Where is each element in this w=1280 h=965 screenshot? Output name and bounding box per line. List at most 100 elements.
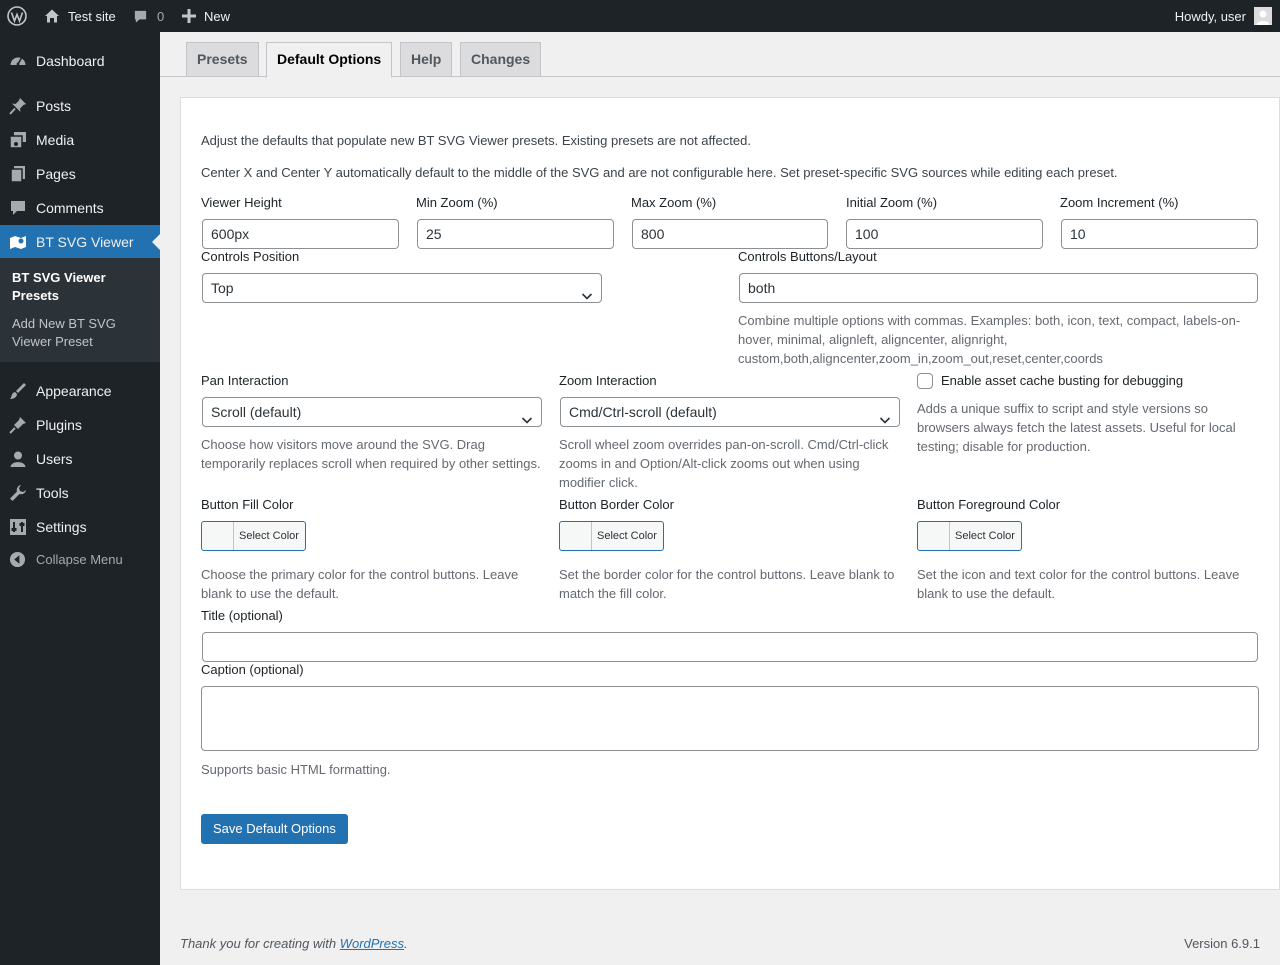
- admin-bar: Test site 0 New Howdy, user: [0, 0, 1280, 32]
- color-swatch: [918, 522, 950, 550]
- viewer-height-label: Viewer Height: [201, 195, 282, 210]
- menu-item-dashboard[interactable]: Dashboard: [0, 44, 160, 78]
- menu-label: Appearance: [36, 383, 112, 399]
- my-account-link[interactable]: Howdy, user: [1175, 0, 1272, 32]
- initial-zoom-label: Initial Zoom (%): [846, 195, 938, 210]
- menu-label: Users: [36, 451, 73, 467]
- title-label: Title (optional): [201, 608, 283, 623]
- pages-icon: [9, 165, 27, 183]
- menu-item-plugins[interactable]: Plugins: [0, 408, 160, 442]
- brush-icon: [9, 382, 27, 400]
- avatar: [1254, 7, 1272, 25]
- caption-textarea[interactable]: [201, 686, 1259, 751]
- max-zoom-input[interactable]: 800: [632, 219, 828, 249]
- menu-item-pages[interactable]: Pages: [0, 157, 160, 191]
- menu-item-settings[interactable]: Settings: [0, 510, 160, 544]
- chevron-down-icon: [879, 407, 891, 424]
- controls-buttons-input[interactable]: both: [739, 273, 1258, 303]
- collapse-icon: [9, 551, 27, 569]
- zoom-increment-label: Zoom Increment (%): [1060, 195, 1179, 210]
- save-default-options-button[interactable]: Save Default Options: [201, 814, 348, 844]
- menu-label: Tools: [36, 485, 69, 501]
- submenu-bt-svg-viewer: BT SVG Viewer Presets Add New BT SVG Vie…: [0, 258, 160, 362]
- collapse-label: Collapse Menu: [36, 551, 123, 567]
- wordpress-link[interactable]: WordPress: [340, 936, 404, 951]
- site-name: Test site: [68, 8, 116, 24]
- submenu-item-presets[interactable]: BT SVG Viewer Presets: [12, 269, 142, 305]
- pan-interaction-select[interactable]: Scroll (default): [202, 397, 542, 427]
- home-icon: [44, 8, 60, 24]
- footer-thanks: Thank you for creating with WordPress.: [180, 936, 408, 951]
- tab-changes[interactable]: Changes: [460, 42, 542, 77]
- menu-item-appearance[interactable]: Appearance: [0, 374, 160, 408]
- greeting: Howdy, user: [1174, 8, 1246, 24]
- menu-label: BT SVG Viewer: [36, 234, 134, 250]
- menu-label: Posts: [36, 98, 72, 114]
- cache-busting-label[interactable]: Enable asset cache busting for debugging: [941, 373, 1183, 388]
- initial-zoom-input[interactable]: 100: [846, 219, 1043, 249]
- menu-item-bt-svg-viewer[interactable]: BT SVG Viewer: [0, 225, 160, 259]
- comments-link[interactable]: 0: [133, 0, 164, 32]
- border-color-picker-button[interactable]: Select Color: [559, 521, 664, 551]
- menu-item-media[interactable]: Media: [0, 123, 160, 157]
- viewer-height-input[interactable]: 600px: [202, 219, 399, 249]
- cache-busting-description: Adds a unique suffix to script and style…: [917, 401, 1236, 454]
- select-color-label: Select Color: [239, 530, 299, 542]
- foreground-color-description: Set the icon and text color for the cont…: [917, 567, 1240, 601]
- media-icon: [9, 131, 27, 149]
- select-color-label: Select Color: [597, 530, 657, 542]
- color-swatch: [560, 522, 592, 550]
- tab-default-options[interactable]: Default Options: [266, 42, 393, 78]
- zoom-interaction-label: Zoom Interaction: [559, 373, 657, 388]
- wordpress-logo-icon[interactable]: [7, 0, 27, 32]
- menu-label: Settings: [36, 519, 87, 535]
- map-icon: [9, 233, 27, 251]
- menu-label: Pages: [36, 166, 76, 182]
- chevron-down-icon: [581, 283, 593, 300]
- settings-tabs: Presets Default Options Help Changes: [160, 32, 1280, 78]
- color-swatch: [202, 522, 234, 550]
- title-input[interactable]: [202, 632, 1258, 662]
- zoom-increment-input[interactable]: 10: [1061, 219, 1258, 249]
- comments-count: 0: [157, 8, 165, 24]
- chevron-down-icon: [521, 407, 533, 424]
- select-color-label: Select Color: [955, 530, 1015, 542]
- wrench-icon: [9, 484, 27, 502]
- fill-color-label: Button Fill Color: [201, 497, 294, 512]
- new-label: New: [204, 8, 231, 24]
- settings-icon: [9, 518, 27, 536]
- pan-interaction-value: Scroll (default): [211, 404, 302, 420]
- comment-icon: [9, 199, 27, 217]
- controls-buttons-label: Controls Buttons/Layout: [738, 249, 877, 264]
- menu-label: Dashboard: [36, 53, 105, 69]
- controls-position-select[interactable]: Top: [202, 273, 602, 303]
- zoom-interaction-description: Scroll wheel zoom overrides pan-on-scrol…: [559, 437, 889, 490]
- new-content-link[interactable]: New: [182, 0, 230, 32]
- center-note-text: Center X and Center Y automatically defa…: [201, 165, 1118, 180]
- dashboard-icon: [9, 52, 27, 70]
- tab-help[interactable]: Help: [400, 42, 453, 77]
- fill-color-picker-button[interactable]: Select Color: [201, 521, 306, 551]
- collapse-menu-button[interactable]: Collapse Menu: [0, 542, 160, 576]
- menu-item-tools[interactable]: Tools: [0, 476, 160, 510]
- submenu-item-add-new-preset[interactable]: Add New BT SVG Viewer Preset: [12, 315, 142, 351]
- user-icon: [9, 450, 27, 468]
- comment-icon: [133, 9, 148, 24]
- min-zoom-input[interactable]: 25: [417, 219, 614, 249]
- min-zoom-label: Min Zoom (%): [416, 195, 498, 210]
- controls-buttons-description: Combine multiple options with commas. Ex…: [738, 313, 1241, 366]
- menu-item-users[interactable]: Users: [0, 442, 160, 476]
- caption-label: Caption (optional): [201, 662, 304, 677]
- border-color-label: Button Border Color: [559, 497, 674, 512]
- cache-busting-checkbox[interactable]: [917, 373, 933, 389]
- plus-icon: [182, 9, 196, 23]
- foreground-color-picker-button[interactable]: Select Color: [917, 521, 1022, 551]
- menu-item-posts[interactable]: Posts: [0, 89, 160, 123]
- zoom-interaction-select[interactable]: Cmd/Ctrl-scroll (default): [560, 397, 900, 427]
- max-zoom-label: Max Zoom (%): [631, 195, 717, 210]
- menu-item-comments[interactable]: Comments: [0, 191, 160, 225]
- footer-version: Version 6.9.1: [1184, 936, 1260, 951]
- tab-presets[interactable]: Presets: [186, 42, 259, 77]
- admin-menu: Dashboard Posts Media Pages Comments BT …: [0, 32, 160, 965]
- site-name-link[interactable]: Test site: [44, 0, 116, 32]
